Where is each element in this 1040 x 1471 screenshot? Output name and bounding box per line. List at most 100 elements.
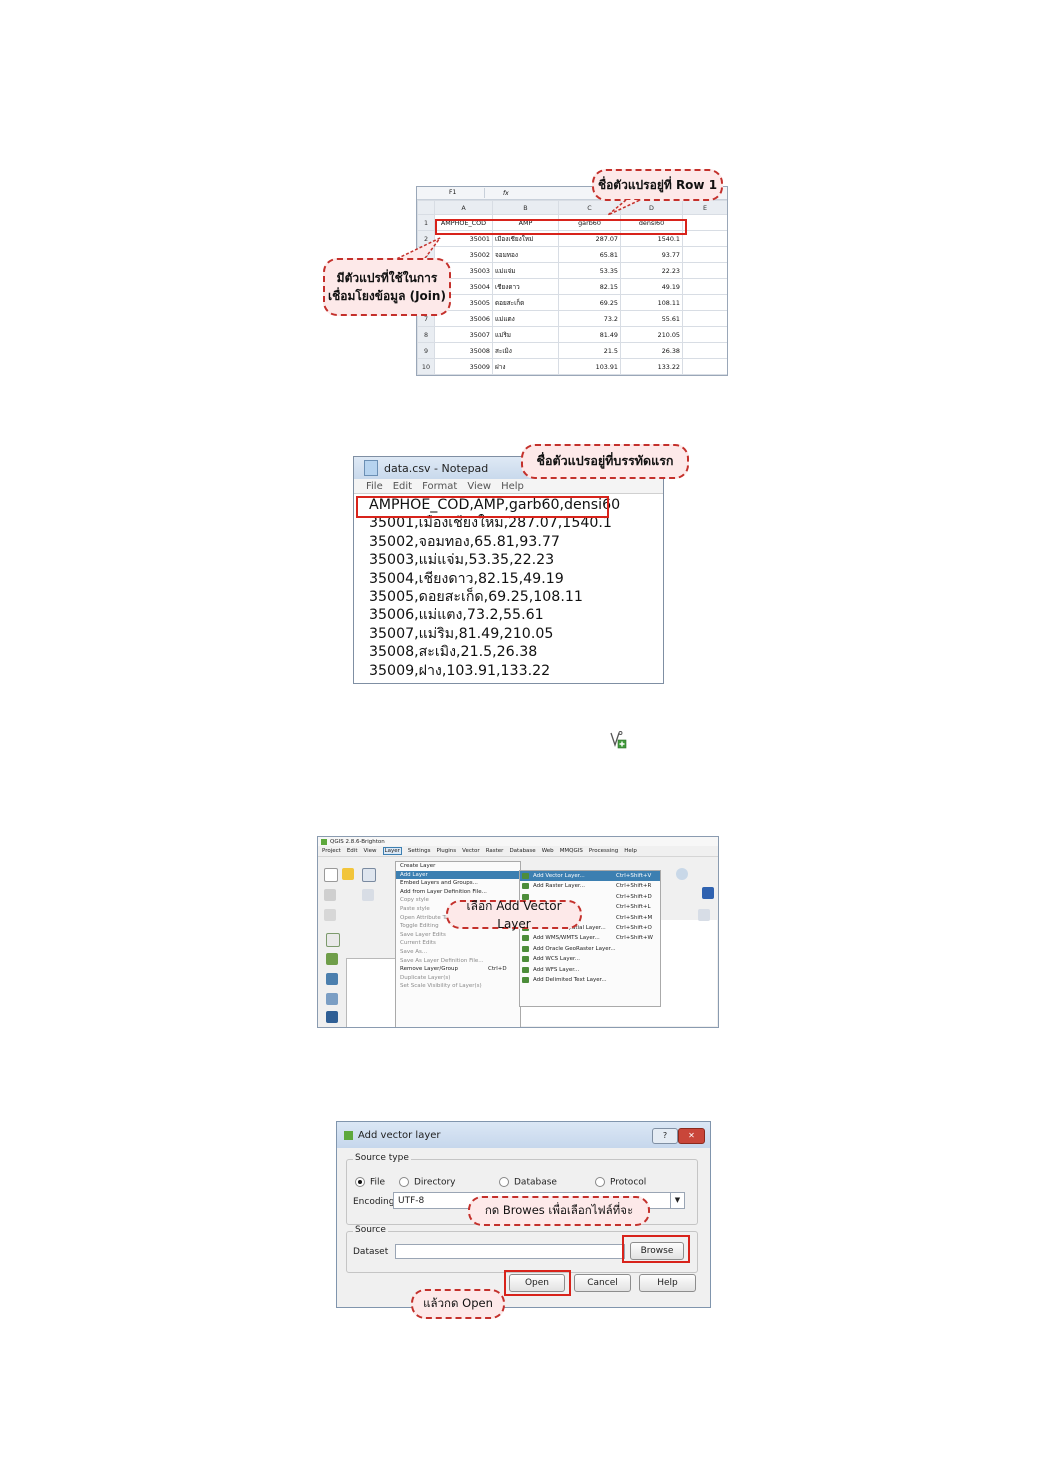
add-layer-submenu-item[interactable]: Add WFS Layer... — [520, 965, 660, 975]
layer-add-postgis-icon[interactable] — [326, 973, 338, 985]
layers-panel[interactable] — [346, 958, 396, 1027]
column-header[interactable]: B — [492, 200, 559, 215]
cell-e[interactable] — [682, 246, 727, 263]
cell-e[interactable] — [682, 278, 727, 295]
row-number[interactable]: 2 — [417, 230, 435, 247]
cell-b[interactable]: แม่ริม — [492, 326, 559, 343]
cell-e[interactable] — [682, 294, 727, 311]
notepad-text-area[interactable]: AMPHOE_COD,AMP,garb60,densi60 35001,เมือง… — [354, 494, 663, 680]
row-number[interactable]: 8 — [417, 326, 435, 343]
menu-processing[interactable]: Processing — [589, 848, 618, 854]
cell-e[interactable] — [682, 358, 727, 375]
menu-database[interactable]: Database — [509, 848, 535, 854]
add-layer-submenu-item[interactable]: Add Vector Layer... Ctrl+Shift+V — [520, 871, 660, 882]
cell-c[interactable]: 21.5 — [558, 342, 621, 359]
save-project-icon[interactable] — [362, 868, 376, 882]
cell-e[interactable] — [682, 326, 727, 343]
column-header[interactable]: E — [682, 200, 727, 215]
help-title-button[interactable]: ? — [652, 1128, 678, 1144]
zoom-icon[interactable] — [676, 868, 688, 880]
column-header[interactable]: A — [434, 200, 493, 215]
layer-menu-item[interactable]: Add from Layer Definition File... — [396, 888, 520, 897]
row-number[interactable]: 10 — [417, 358, 435, 375]
cell-a[interactable]: 35008 — [434, 342, 493, 359]
add-layer-submenu-item[interactable]: Add Raster Layer... Ctrl+Shift+R — [520, 881, 660, 891]
column-header[interactable]: C — [558, 200, 621, 215]
layer-menu-item[interactable]: Save As... — [396, 948, 520, 957]
menu-view[interactable]: View — [467, 481, 491, 492]
undo-icon[interactable] — [324, 909, 336, 921]
cell-c[interactable]: 103.91 — [558, 358, 621, 375]
cell-a[interactable]: 35009 — [434, 358, 493, 375]
cell-c[interactable]: 81.49 — [558, 326, 621, 343]
cell-b[interactable]: สะเมิง — [492, 342, 559, 359]
cancel-button[interactable]: Cancel — [574, 1274, 631, 1292]
add-layer-submenu-item[interactable]: Add Delimited Text Layer... — [520, 975, 660, 985]
menu-help[interactable]: Help — [501, 481, 524, 492]
menu-edit[interactable]: Edit — [347, 848, 358, 854]
cell-e[interactable] — [682, 262, 727, 279]
add-layer-submenu-item[interactable]: Add WMS/WMTS Layer... Ctrl+Shift+W — [520, 933, 660, 943]
add-layer-submenu-item[interactable]: Add WCS Layer... — [520, 954, 660, 964]
menu-project[interactable]: Project — [322, 848, 341, 854]
row-number[interactable]: 9 — [417, 342, 435, 359]
cell-b[interactable]: แม่แตง — [492, 310, 559, 327]
add-layer-submenu-item[interactable]: Add Oracle GeoRaster Layer... — [520, 944, 660, 954]
menu-view[interactable]: View — [363, 848, 376, 854]
open-project-icon[interactable] — [342, 868, 354, 880]
new-project-icon[interactable] — [324, 868, 338, 882]
layer-menu-item[interactable]: Add Layer — [396, 870, 520, 880]
menu-help[interactable]: Help — [624, 848, 637, 854]
radio-database-indicator[interactable] — [499, 1177, 509, 1187]
layer-add-raster-icon[interactable] — [326, 953, 338, 965]
cell-d[interactable]: 210.05 — [620, 326, 683, 343]
cell-b[interactable]: เชียงดาว — [492, 278, 559, 295]
wps-icon[interactable] — [702, 887, 714, 899]
radio-protocol[interactable]: Protocol — [595, 1177, 646, 1188]
radio-protocol-indicator[interactable] — [595, 1177, 605, 1187]
radio-directory-indicator[interactable] — [399, 1177, 409, 1187]
menu-plugins[interactable]: Plugins — [436, 848, 456, 854]
cell-c[interactable]: 82.15 — [558, 278, 621, 295]
layer-menu-item[interactable]: Embed Layers and Groups... — [396, 879, 520, 888]
menu-file[interactable]: File — [366, 481, 383, 492]
menu-format[interactable]: Format — [422, 481, 457, 492]
layer-menu-item[interactable]: Save As Layer Definition File... — [396, 957, 520, 966]
cell-c[interactable]: 73.2 — [558, 310, 621, 327]
layer-add-vector-icon[interactable] — [326, 933, 340, 947]
layer-add-wms-icon[interactable] — [326, 1011, 338, 1023]
cell-d[interactable]: 133.22 — [620, 358, 683, 375]
cell-d[interactable]: 55.61 — [620, 310, 683, 327]
menu-edit[interactable]: Edit — [393, 481, 412, 492]
cell-e[interactable] — [682, 230, 727, 247]
layer-menu-item[interactable]: Current Edits — [396, 939, 520, 948]
layer-menu-item[interactable]: Set Scale Visibility of Layer(s) — [396, 982, 520, 991]
layer-add-spatialite-icon[interactable] — [326, 993, 338, 1005]
cell-b[interactable]: แม่แจ่ม — [492, 262, 559, 279]
dataset-input[interactable] — [395, 1244, 625, 1259]
help-button[interactable]: Help — [639, 1274, 696, 1292]
save-edits-icon[interactable] — [362, 889, 374, 901]
corner-cell[interactable] — [417, 200, 435, 215]
layer-menu-item[interactable]: Duplicate Layer(s) — [396, 974, 520, 983]
radio-file[interactable]: File — [355, 1177, 385, 1188]
cell-b[interactable]: จอมทอง — [492, 246, 559, 263]
edit-pencil-icon[interactable] — [324, 889, 336, 901]
cell-b[interactable]: ฝาง — [492, 358, 559, 375]
cell-c[interactable]: 65.81 — [558, 246, 621, 263]
menu-mmqgis[interactable]: MMQGIS — [560, 848, 583, 854]
cell-d[interactable]: 49.19 — [620, 278, 683, 295]
radio-database[interactable]: Database — [499, 1177, 557, 1188]
radio-file-indicator[interactable] — [355, 1177, 365, 1187]
close-icon[interactable]: ✕ — [678, 1128, 705, 1144]
cell-d[interactable]: 93.77 — [620, 246, 683, 263]
cell-d[interactable]: 26.38 — [620, 342, 683, 359]
cell-e[interactable] — [682, 342, 727, 359]
menu-vector[interactable]: Vector — [462, 848, 480, 854]
menu-web[interactable]: Web — [542, 848, 554, 854]
menu-settings[interactable]: Settings — [408, 848, 431, 854]
column-header[interactable]: D — [620, 200, 683, 215]
radio-directory[interactable]: Directory — [399, 1177, 455, 1188]
cell-c[interactable]: 53.35 — [558, 262, 621, 279]
cell-e[interactable] — [682, 310, 727, 327]
